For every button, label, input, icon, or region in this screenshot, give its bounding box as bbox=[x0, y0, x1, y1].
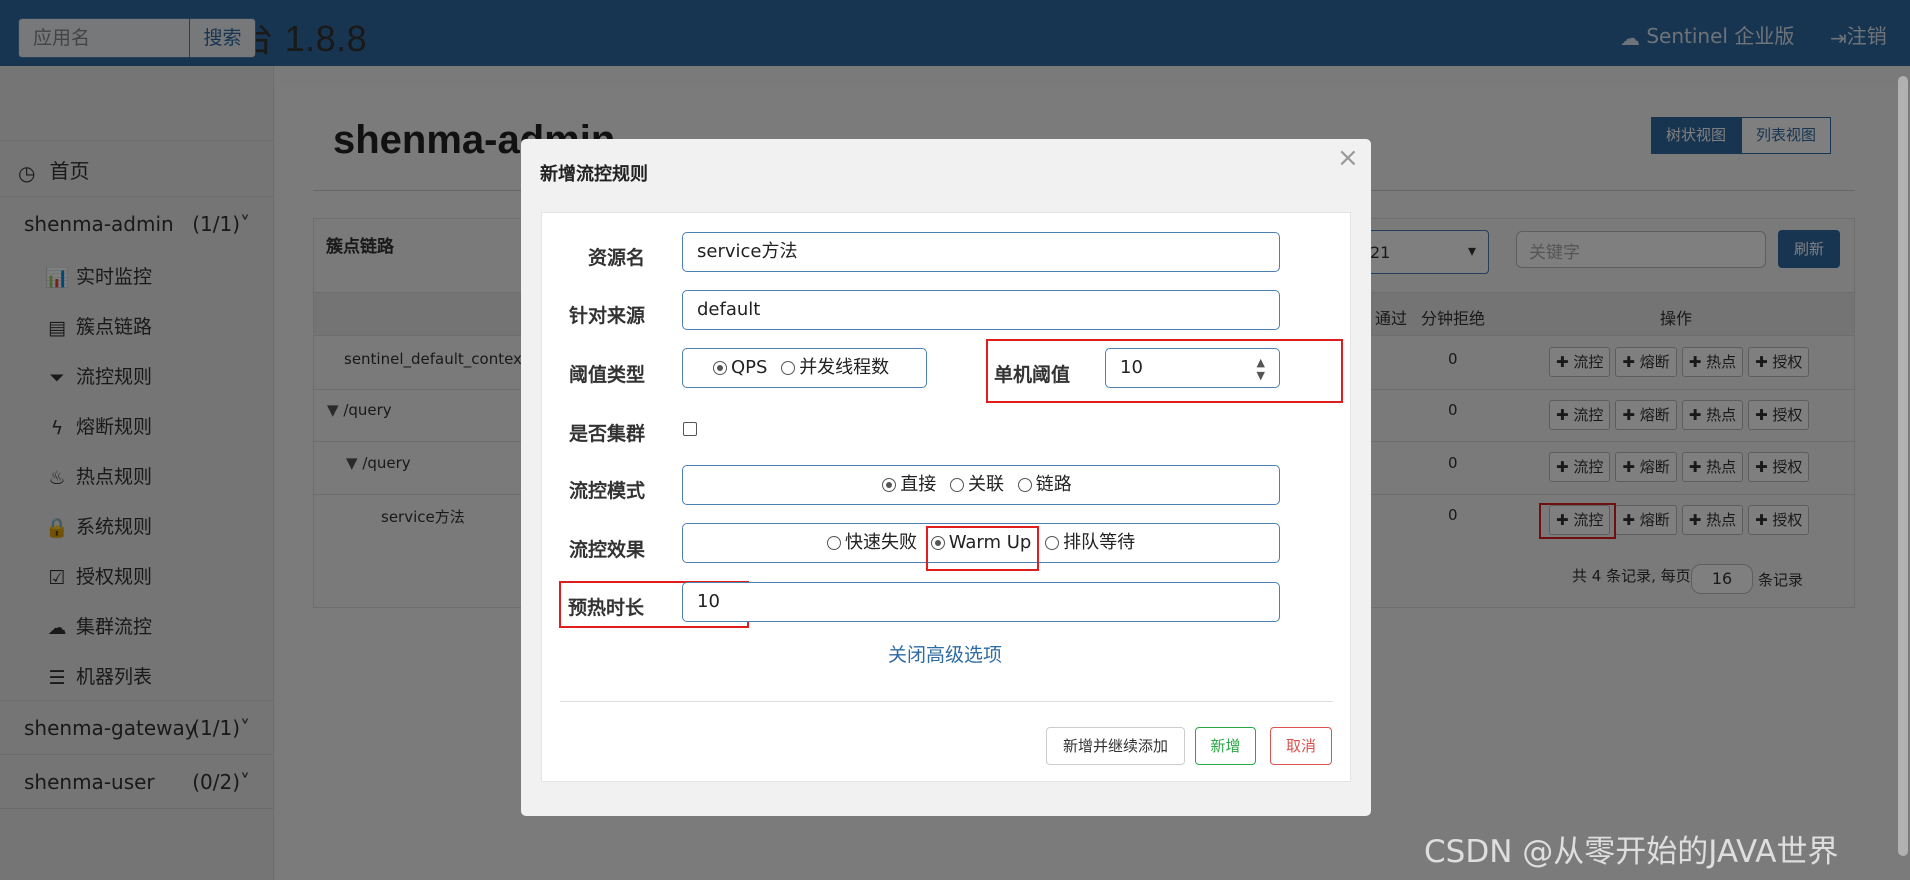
option-label: 排队等待 bbox=[1063, 532, 1136, 553]
option-label: 直接 bbox=[900, 474, 937, 495]
grade-radio-group: QPS 并发线程数 bbox=[682, 348, 927, 388]
radio-icon bbox=[1017, 478, 1032, 492]
origin-input[interactable]: default bbox=[682, 290, 1280, 330]
mode-option-direct[interactable]: 直接 bbox=[882, 474, 936, 495]
cluster-label: 是否集群 bbox=[568, 423, 645, 445]
grade-option-qps[interactable]: QPS bbox=[713, 357, 767, 378]
effect-option-fast-fail[interactable]: 快速失败 bbox=[827, 532, 917, 553]
radio-icon bbox=[781, 361, 796, 375]
radio-icon bbox=[950, 478, 964, 492]
radio-checked-icon bbox=[882, 478, 897, 492]
cancel-button[interactable]: 取消 bbox=[1270, 727, 1332, 765]
highlight-box bbox=[926, 526, 1039, 571]
mode-radio-group: 直接 关联 链路 bbox=[682, 465, 1280, 505]
grade-label: 阈值类型 bbox=[568, 364, 645, 386]
warmup-label: 预热时长 bbox=[568, 597, 645, 619]
add-button[interactable]: 新增 bbox=[1195, 727, 1256, 765]
option-label: 快速失败 bbox=[845, 532, 917, 553]
radio-icon bbox=[827, 536, 841, 550]
option-label: 关联 bbox=[968, 474, 1004, 495]
effect-option-queue[interactable]: 排队等待 bbox=[1045, 532, 1135, 553]
option-label: QPS bbox=[731, 357, 768, 378]
add-and-continue-button[interactable]: 新增并继续添加 bbox=[1046, 727, 1185, 765]
dialog-title: 新增流控规则 bbox=[540, 164, 648, 185]
page-scrollbar[interactable] bbox=[1898, 76, 1908, 856]
effect-label: 流控效果 bbox=[568, 539, 645, 561]
threshold-value: 10 bbox=[1120, 357, 1143, 378]
mode-option-related[interactable]: 关联 bbox=[950, 474, 1004, 495]
radio-icon bbox=[1045, 536, 1060, 550]
grade-option-threads[interactable]: 并发线程数 bbox=[781, 357, 889, 378]
radio-checked-icon bbox=[713, 361, 727, 375]
resource-label: 资源名 bbox=[587, 247, 645, 269]
warmup-input[interactable]: 10 bbox=[682, 582, 1280, 622]
origin-label: 针对来源 bbox=[568, 305, 645, 327]
watermark: CSDN @从零开始的JAVA世界 bbox=[1424, 834, 1839, 870]
spinner-icon[interactable]: ▲ ▼ bbox=[1257, 349, 1265, 382]
close-advanced-link[interactable]: 关闭高级选项 bbox=[888, 640, 1002, 667]
option-label: 链路 bbox=[1035, 474, 1072, 495]
option-label: 并发线程数 bbox=[799, 357, 890, 378]
mode-label: 流控模式 bbox=[568, 480, 645, 502]
divider bbox=[560, 701, 1333, 702]
mode-option-chain[interactable]: 链路 bbox=[1017, 474, 1072, 495]
threshold-label: 单机阈值 bbox=[994, 364, 1071, 386]
threshold-input[interactable]: 10 ▲ ▼ bbox=[1105, 348, 1280, 388]
close-icon[interactable]: × bbox=[1337, 143, 1359, 173]
resource-name-input[interactable]: service方法 bbox=[682, 232, 1280, 272]
cluster-checkbox[interactable] bbox=[683, 422, 697, 436]
